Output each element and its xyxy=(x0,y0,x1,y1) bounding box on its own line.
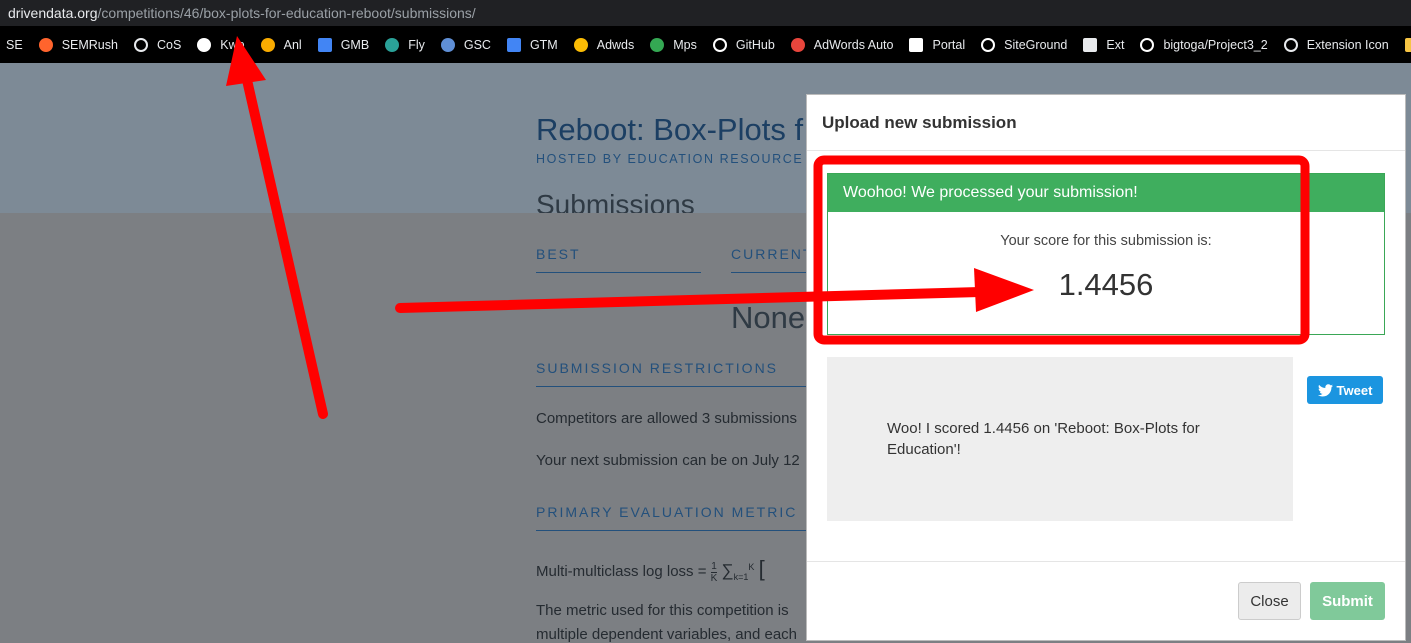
twitter-bird-icon xyxy=(1317,383,1333,396)
siteground-icon xyxy=(981,37,996,52)
globe-icon xyxy=(133,37,148,52)
page-icon xyxy=(909,37,924,52)
bookmark-item[interactable]: Adwds xyxy=(573,37,635,52)
tweet-label: Tweet xyxy=(1336,382,1373,398)
puzzle-icon xyxy=(1083,37,1098,52)
globe-icon xyxy=(1283,37,1298,52)
modal-title: Upload new submission xyxy=(822,113,1017,132)
bookmark-label: Ext xyxy=(1106,37,1125,52)
bookmark-item[interactable]: Anl xyxy=(260,37,302,52)
bookmark-label: Portal xyxy=(932,37,966,52)
github-icon xyxy=(1140,37,1155,52)
alert-heading: Woohoo! We processed your submission! xyxy=(828,174,1384,212)
share-text-box[interactable]: Woo! I scored 1.4456 on 'Reboot: Box-Plo… xyxy=(827,357,1293,521)
bookmark-label: AdWords Auto xyxy=(813,37,894,52)
bookmark-item[interactable]: Portal xyxy=(909,37,966,52)
formula-fraction: 1K xyxy=(710,560,718,584)
address-bar[interactable]: drivendata.org/competitions/46/box-plots… xyxy=(0,0,1411,26)
adwords-icon xyxy=(573,37,588,52)
bookmark-item[interactable]: GTM xyxy=(506,37,558,52)
score-label: Your score for this submission is: xyxy=(1000,233,1212,249)
bookmark-label: Extension Icon xyxy=(1306,37,1389,52)
bookmark-label: GSC xyxy=(463,37,491,52)
submit-button[interactable]: Submit xyxy=(1310,582,1385,620)
bookmark-label: Fly xyxy=(408,37,425,52)
maps-icon xyxy=(650,37,665,52)
bookmark-label: Mps xyxy=(673,37,697,52)
share-text: Woo! I scored 1.4456 on 'Reboot: Box-Plo… xyxy=(887,420,1200,458)
formula-sum: ∑ xyxy=(721,561,734,580)
github-icon xyxy=(712,37,727,52)
tab-current[interactable]: CURRENT xyxy=(731,246,811,273)
bookmark-item[interactable]: SEMRush xyxy=(38,37,118,52)
bookmarks-bar: SE SEMRush CoS Kwp Anl GMB Fly GSC GTM Adwds Mps Gi… xyxy=(0,26,1411,63)
bookmark-label: bigtoga/Project3_2 xyxy=(1163,37,1268,52)
bookmark-label: Anl xyxy=(283,37,302,52)
restrictions-text-1: Competitors are allowed 3 submissions xyxy=(536,410,797,427)
folder-icon xyxy=(1404,37,1411,52)
bookmark-item[interactable]: Pr xyxy=(1404,37,1411,52)
modal-divider-top xyxy=(807,150,1405,151)
analytics-icon xyxy=(260,37,275,52)
upload-submission-modal: Upload new submission Woohoo! We process… xyxy=(806,94,1406,641)
gtm-icon xyxy=(506,37,521,52)
restrictions-text-2: Your next submission can be on July 12 xyxy=(536,452,800,469)
formula-bracket: [ xyxy=(758,556,765,581)
metric-formula-prefix: Multi-multiclass log loss = xyxy=(536,563,707,580)
url-path: /competitions/46/box-plots-for-education… xyxy=(97,5,476,21)
submission-restrictions-heading: SUBMISSION RESTRICTIONS xyxy=(536,360,806,387)
metric-text-1: The metric used for this competition is xyxy=(536,602,789,619)
bookmark-item[interactable]: GMB xyxy=(317,37,370,52)
metric-text-2: multiple dependent variables, and each xyxy=(536,626,798,643)
bookmark-item[interactable]: Fly xyxy=(385,37,425,52)
bookmark-item[interactable]: bigtoga/Project3_2 xyxy=(1140,37,1268,52)
hosted-by-label: HOSTED BY EDUCATION RESOURCE ST xyxy=(536,152,828,166)
bookmark-label: CoS xyxy=(156,37,182,52)
tweet-button[interactable]: Tweet xyxy=(1307,376,1383,404)
adwords-auto-icon xyxy=(790,37,805,52)
best-score-none: None xyxy=(731,300,806,335)
bookmark-label: SEMRush xyxy=(61,37,118,52)
bookmark-label: GMB xyxy=(340,37,370,52)
bookmark-item[interactable]: AdWords Auto xyxy=(790,37,894,52)
gsc-icon xyxy=(440,37,455,52)
bookmark-item[interactable]: Extension Icon xyxy=(1283,37,1389,52)
google-icon xyxy=(197,37,212,52)
evaluation-metric-heading: PRIMARY EVALUATION METRIC xyxy=(536,504,806,531)
bookmark-item[interactable]: CoS xyxy=(133,37,182,52)
gmb-icon xyxy=(317,37,332,52)
success-alert: Woohoo! We processed your submission! Yo… xyxy=(827,173,1385,335)
bookmark-label: GTM xyxy=(529,37,558,52)
score-value: 1.4456 xyxy=(1058,267,1154,302)
bookmark-label: Adwds xyxy=(596,37,635,52)
semrush-icon xyxy=(38,37,53,52)
close-button[interactable]: Close xyxy=(1238,582,1301,620)
bookmark-label: GitHub xyxy=(735,37,775,52)
bookmark-item[interactable]: Ext xyxy=(1083,37,1125,52)
url-domain: drivendata.org xyxy=(8,5,98,21)
bookmark-item[interactable]: SE xyxy=(6,38,23,52)
bookmark-item[interactable]: Kwp xyxy=(197,37,245,52)
submissions-heading: Submissions xyxy=(536,189,695,213)
bookmark-item[interactable]: GitHub xyxy=(712,37,775,52)
bookmark-label: SE xyxy=(6,37,23,52)
tab-best[interactable]: BEST xyxy=(536,246,701,273)
modal-divider-bottom xyxy=(807,561,1405,562)
bookmark-label: Kwp xyxy=(220,37,245,52)
bookmark-label: SiteGround xyxy=(1004,37,1068,52)
page-title: Reboot: Box-Plots f xyxy=(536,112,804,147)
bookmark-item[interactable]: SiteGround xyxy=(981,37,1068,52)
fly-icon xyxy=(385,37,400,52)
bookmark-item[interactable]: GSC xyxy=(440,37,491,52)
bookmark-item[interactable]: Mps xyxy=(650,37,697,52)
metric-formula: Multi-multiclass log loss = 1K ∑k=1K [ xyxy=(536,556,765,584)
